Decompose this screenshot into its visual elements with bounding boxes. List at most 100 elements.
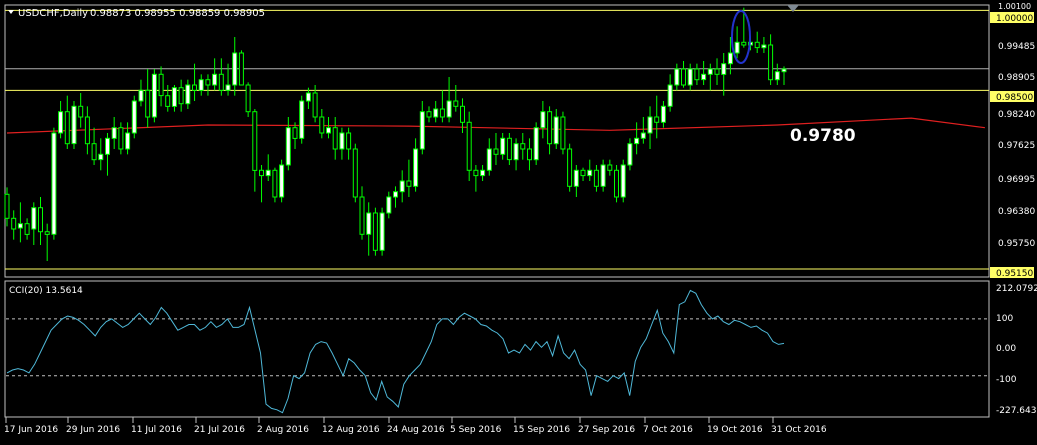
candle-body-bull: [138, 89, 144, 102]
candle-body-bear: [466, 121, 472, 171]
candle-body-bull: [198, 79, 204, 91]
candle-body-bull: [265, 169, 271, 177]
candle-body-bull: [433, 108, 439, 118]
time-label: 5 Sep 2016: [450, 425, 502, 435]
price-label-6: 0.96380: [998, 207, 1035, 217]
time-label: 19 Oct 2016: [707, 425, 763, 435]
ohlc-values: 0.98873 0.98955 0.98859 0.98905: [90, 8, 265, 19]
candle-body-bull: [573, 169, 579, 187]
time-label: 27 Sep 2016: [578, 425, 635, 435]
candle-body-bear: [560, 116, 566, 150]
candle-body-bull: [131, 100, 137, 134]
candle-body-bear: [252, 111, 258, 171]
candle-body-bear: [593, 169, 599, 187]
candle-body-bull: [687, 68, 693, 86]
candle-body-bull: [620, 164, 626, 198]
candle[interactable]: [238, 50, 244, 86]
candle-body-bear: [694, 68, 700, 81]
candle-body-bear: [259, 169, 264, 177]
price-tag-3-label: 0.95150: [996, 269, 1033, 279]
time-label: 11 Jul 2016: [131, 425, 182, 435]
cci-label-max: 212.0792: [996, 284, 1037, 294]
candle-body-bear: [493, 148, 499, 155]
candle-body-bull: [781, 68, 787, 73]
price-label-3: 0.98240: [998, 110, 1035, 120]
candle[interactable]: [352, 143, 358, 203]
candle-body-bull: [232, 52, 238, 86]
candle[interactable]: [560, 111, 566, 155]
candle[interactable]: [466, 111, 472, 181]
time-label: 2 Aug 2016: [257, 425, 309, 435]
candle-body-bear: [11, 217, 17, 230]
candle[interactable]: [131, 95, 137, 139]
candle-body-bull: [640, 132, 646, 139]
candle-body-bear: [91, 143, 97, 161]
candle-body-bull: [553, 116, 559, 145]
candle[interactable]: [245, 82, 251, 117]
candle-body-bull: [774, 71, 780, 81]
candle-body-bull: [533, 127, 539, 161]
symbol-label: USDCHF,Daily: [18, 8, 88, 19]
candle-body-bear: [352, 148, 358, 198]
candle-body-bull: [446, 100, 452, 118]
candle-body-bear: [768, 44, 774, 81]
background: [0, 0, 1037, 441]
candle[interactable]: [299, 95, 305, 144]
candle-body-bull: [660, 105, 666, 123]
time-label: 7 Oct 2016: [643, 425, 693, 435]
candle-body-bull: [513, 143, 519, 161]
candle-body-bull: [393, 191, 398, 198]
candle[interactable]: [51, 127, 57, 240]
price-label-4: 0.97625: [998, 141, 1035, 151]
candle-body-bull: [212, 73, 218, 86]
candle-body-bear: [158, 73, 164, 97]
candle-body-bear: [332, 127, 338, 150]
candle-body-bear: [245, 84, 251, 113]
candle-body-bear: [607, 164, 613, 171]
candle-body-bull: [486, 148, 492, 171]
price-label-7: 0.95750: [998, 239, 1035, 249]
candle[interactable]: [151, 69, 157, 123]
candle-body-bull: [339, 132, 345, 150]
candle-body-bull: [707, 68, 713, 75]
candle-body-bear: [754, 41, 760, 49]
cci-label-100: 100: [996, 314, 1013, 324]
candle-body-bear: [426, 111, 432, 118]
price-label-2: 0.98905: [998, 73, 1035, 83]
time-label: 21 Jul 2016: [194, 425, 245, 435]
candle[interactable]: [533, 122, 539, 165]
candle-body-bull: [701, 73, 707, 81]
candle-body-bull: [386, 196, 392, 214]
candle-body-bear: [567, 148, 573, 187]
cci-label-min: -227.6436: [996, 406, 1037, 416]
candle-body-bear: [192, 84, 197, 91]
candle[interactable]: [272, 167, 278, 203]
candle-body-bull: [587, 169, 593, 177]
candle-body-bull: [761, 44, 767, 49]
candle[interactable]: [379, 207, 385, 256]
candle[interactable]: [614, 165, 619, 203]
cci-label-0: 0.00: [996, 344, 1016, 354]
candle-body-bear: [292, 127, 298, 139]
price-label-top: 1.00100: [998, 2, 1031, 11]
candle-body-bull: [379, 212, 385, 251]
candle-body-bear: [178, 87, 184, 105]
time-label: 15 Sep 2016: [513, 425, 570, 435]
candle-body-bull: [419, 111, 425, 150]
candle-body-bear: [272, 169, 278, 198]
time-label: 12 Aug 2016: [322, 425, 380, 435]
candle[interactable]: [567, 143, 573, 192]
candle[interactable]: [620, 159, 626, 203]
price-tag-1-label: 1.00000: [996, 14, 1033, 24]
candle[interactable]: [71, 101, 77, 149]
chart-svg: USDCHF,Daily 0.98873 0.98955 0.98859 0.9…: [0, 0, 1037, 441]
candle-body-bear: [218, 73, 224, 91]
candle-body-bull: [627, 143, 633, 166]
candle[interactable]: [279, 159, 285, 203]
candle-body-bear: [4, 193, 10, 219]
candle-body-bear: [506, 137, 512, 161]
candle-body-bull: [734, 41, 740, 54]
candle-body-bull: [105, 137, 110, 155]
candle[interactable]: [372, 207, 378, 256]
candle-body-bull: [399, 180, 405, 193]
